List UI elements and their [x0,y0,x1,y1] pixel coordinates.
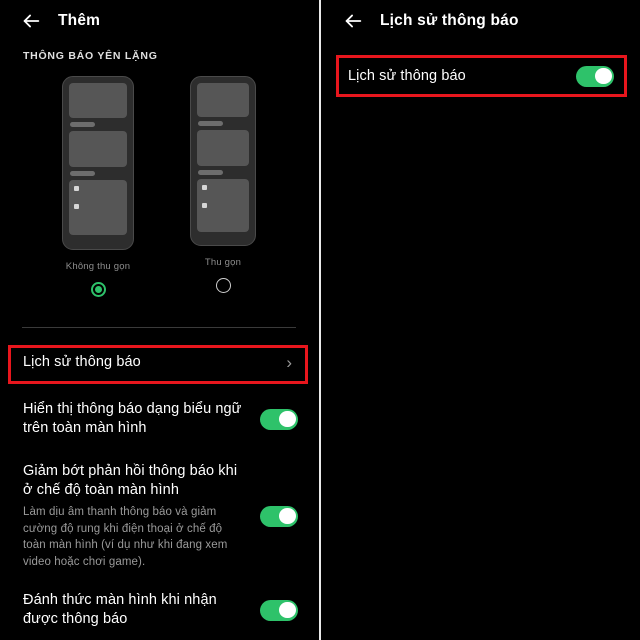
row-title: Giảm bớt phản hồi thông báo khi ở chế độ… [23,463,238,498]
row-fullscreen-banner[interactable]: Hiển thị thông báo dạng biểu ngữ trên to… [0,392,318,446]
row-reduce-feedback[interactable]: Giảm bớt phản hồi thông báo khi ở chế độ… [0,456,318,576]
option-label-not-collapsed: Không thu gọn [65,261,131,272]
notification-card [69,180,127,235]
left-phone-screen: Thêm THÔNG BÁO YÊN LẶNG Không thu gọn Th… [0,0,318,640]
row-title: Hiển thị thông báo dạng biểu ngữ trên to… [23,401,242,436]
toggle-knob [595,67,612,85]
notification-pill [198,121,223,126]
row-text: Giảm bớt phản hồi thông báo khi ở chế độ… [23,462,260,570]
option-label-collapsed: Thu gọn [204,257,242,268]
radio-collapsed[interactable] [215,278,231,293]
radio-not-collapsed[interactable] [90,282,106,297]
right-phone-screen: Lịch sử thông báo Lịch sử thông báo [322,0,640,640]
toggle-fullscreen-banner[interactable] [260,408,298,430]
back-arrow-icon[interactable] [340,8,366,34]
panel-divider [319,0,321,640]
row-title: Lịch sử thông báo [23,353,141,370]
row-title: Đánh thức màn hình khi nhận được thông b… [23,592,217,627]
section-header-silent-notifications: THÔNG BÁO YÊN LẶNG [23,50,158,62]
toggle-notification-history[interactable] [576,65,614,87]
screenshot-root: Thêm THÔNG BÁO YÊN LẶNG Không thu gọn Th… [0,0,640,640]
row-text: Lịch sử thông báo [23,353,286,372]
section-divider [22,327,296,328]
left-page-title: Thêm [58,12,101,29]
row-wake-screen[interactable]: Đánh thức màn hình khi nhận được thông b… [0,584,318,636]
row-subtitle: Làm dịu âm thanh thông báo và giảm cường… [23,506,228,568]
layout-preview-illustration: Không thu gọn Thu gọn [0,76,318,306]
option-collapsed[interactable]: Thu gọn [178,76,268,293]
notification-card [197,130,249,166]
row-title: Lịch sử thông báo [348,67,466,84]
notification-pill [198,170,223,175]
settings-list: Lịch sử thông báo › Hiển thị thông báo d… [0,340,318,636]
toggle-wake-screen[interactable] [260,599,298,621]
left-app-bar: Thêm [0,0,318,42]
toggle-knob [279,601,296,619]
notification-dot [74,186,79,191]
right-app-bar: Lịch sử thông báo [322,0,640,42]
toggle-knob [279,410,296,428]
notification-card [69,131,127,167]
right-page-title: Lịch sử thông báo [380,12,519,29]
notification-card [197,179,249,232]
notification-card [197,83,249,117]
row-text: Đánh thức màn hình khi nhận được thông b… [23,591,260,629]
notification-dot [74,204,79,209]
toggle-knob [279,507,296,525]
chevron-right-icon: › [286,352,292,372]
row-notification-history-toggle[interactable]: Lịch sử thông báo [322,55,640,97]
notification-dot [202,203,207,208]
phone-mockup-expanded [62,76,134,250]
toggle-reduce-feedback[interactable] [260,505,298,527]
notification-dot [202,185,207,190]
row-text: Lịch sử thông báo [348,67,576,86]
option-not-collapsed[interactable]: Không thu gọn [52,76,144,297]
back-arrow-icon[interactable] [18,8,44,34]
row-text: Hiển thị thông báo dạng biểu ngữ trên to… [23,400,260,438]
row-notification-history[interactable]: Lịch sử thông báo › [0,340,318,384]
notification-pill [70,171,95,176]
notification-pill [70,122,95,127]
notification-card [69,83,127,118]
phone-mockup-collapsed [190,76,256,246]
